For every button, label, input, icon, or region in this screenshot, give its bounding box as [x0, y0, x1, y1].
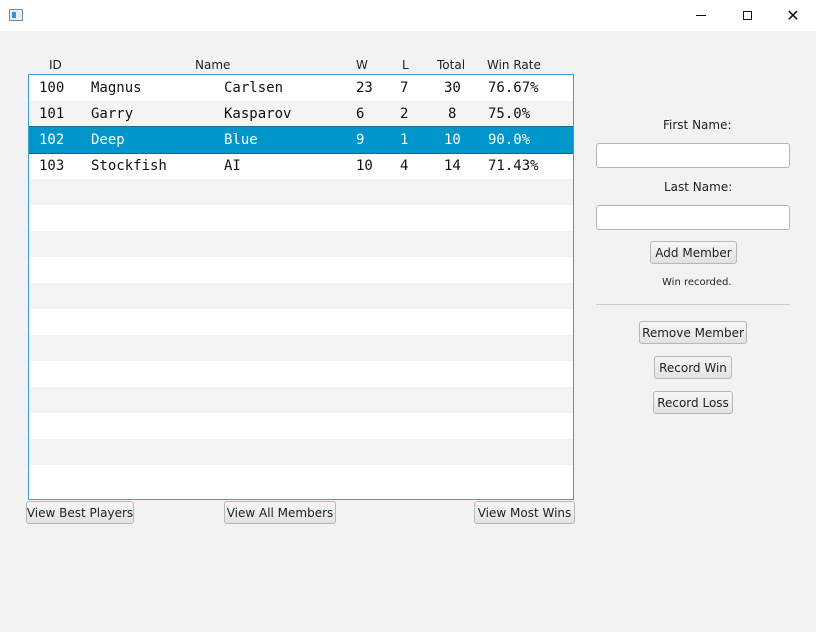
view-most-wins-button[interactable]: View Most Wins: [474, 501, 575, 524]
empty-row: [29, 231, 573, 257]
empty-row: [29, 465, 573, 491]
app-icon: [9, 9, 23, 21]
empty-row: [29, 257, 573, 283]
cell-last-name: Kasparov: [224, 106, 292, 122]
cell-id: 101: [39, 106, 65, 122]
cell-win-rate: 71.43%: [488, 158, 539, 174]
column-header-wins[interactable]: W: [356, 58, 368, 72]
empty-row: [29, 439, 573, 465]
remove-member-button[interactable]: Remove Member: [639, 321, 747, 344]
last-name-label: Last Name:: [664, 180, 733, 194]
minimize-icon: [696, 15, 706, 16]
cell-first-name: Stockfish: [91, 158, 167, 174]
column-header-win-rate[interactable]: Win Rate: [487, 58, 541, 72]
cell-wins: 23: [356, 80, 373, 96]
title-bar: ✕: [0, 0, 816, 31]
view-all-members-button[interactable]: View All Members: [224, 501, 336, 524]
members-table[interactable]: 100 Magnus Carlsen 23 7 30 76.67% 101 Ga…: [28, 74, 574, 500]
cell-total: 14: [444, 158, 461, 174]
record-win-button[interactable]: Record Win: [654, 356, 732, 379]
first-name-field[interactable]: [596, 143, 790, 168]
first-name-label: First Name:: [663, 118, 732, 132]
cell-total: 30: [444, 80, 461, 96]
cell-last-name: AI: [224, 158, 241, 174]
cell-total: 8: [448, 106, 457, 122]
cell-first-name: Garry: [91, 106, 134, 122]
table-row[interactable]: 103 Stockfish AI 10 4 14 71.43%: [29, 153, 573, 179]
empty-row: [29, 205, 573, 231]
close-button[interactable]: ✕: [770, 0, 816, 31]
minimize-button[interactable]: [678, 0, 724, 31]
empty-row: [29, 387, 573, 413]
cell-losses: 4: [400, 158, 409, 174]
empty-row: [29, 283, 573, 309]
column-header-id[interactable]: ID: [49, 58, 62, 72]
cell-last-name: Blue: [224, 132, 258, 148]
cell-first-name: Deep: [91, 132, 125, 148]
table-row-selected[interactable]: 102 Deep Blue 9 1 10 90.0%: [29, 126, 573, 154]
cell-id: 100: [39, 80, 65, 96]
cell-losses: 2: [400, 106, 409, 122]
cell-wins: 6: [356, 106, 365, 122]
column-header-total[interactable]: Total: [437, 58, 465, 72]
close-icon: ✕: [786, 5, 800, 25]
separator: [596, 304, 790, 305]
cell-first-name: Magnus: [91, 80, 142, 96]
cell-wins: 10: [356, 158, 373, 174]
maximize-button[interactable]: [724, 0, 770, 31]
cell-id: 103: [39, 158, 65, 174]
cell-losses: 1: [400, 132, 409, 148]
cell-win-rate: 90.0%: [488, 132, 531, 148]
status-message: Win recorded.: [662, 277, 732, 288]
cell-id: 102: [39, 132, 65, 148]
cell-win-rate: 75.0%: [488, 106, 531, 122]
empty-row: [29, 309, 573, 335]
table-row[interactable]: 100 Magnus Carlsen 23 7 30 76.67%: [29, 75, 573, 101]
empty-row: [29, 361, 573, 387]
column-header-name[interactable]: Name: [195, 58, 230, 72]
add-member-button[interactable]: Add Member: [650, 241, 737, 264]
table-row[interactable]: 101 Garry Kasparov 6 2 8 75.0%: [29, 101, 573, 127]
empty-row: [29, 413, 573, 439]
column-header-losses[interactable]: L: [402, 58, 409, 72]
maximize-icon: [742, 11, 752, 20]
cell-wins: 9: [356, 132, 365, 148]
last-name-field[interactable]: [596, 205, 790, 230]
empty-row: [29, 179, 573, 205]
cell-last-name: Carlsen: [224, 80, 284, 96]
cell-win-rate: 76.67%: [488, 80, 539, 96]
cell-losses: 7: [400, 80, 409, 96]
record-loss-button[interactable]: Record Loss: [653, 391, 733, 414]
empty-row: [29, 335, 573, 361]
cell-total: 10: [444, 132, 461, 148]
view-best-players-button[interactable]: View Best Players: [26, 501, 134, 524]
app-window: ✕ ID Name W L Total Win Rate 100 Magnus …: [0, 0, 816, 632]
